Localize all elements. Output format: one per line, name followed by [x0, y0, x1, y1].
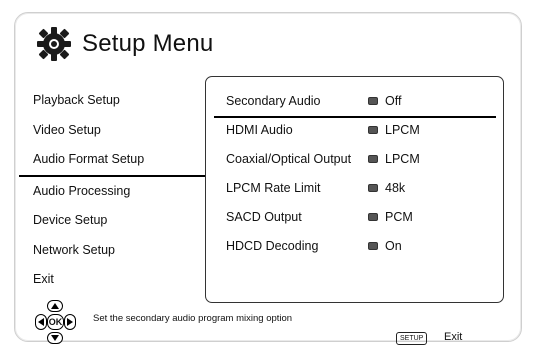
- menu-item-playback-setup[interactable]: Playback Setup: [19, 86, 209, 116]
- menu-item-label: Network Setup: [33, 242, 115, 257]
- arrow-left-icon[interactable]: [35, 314, 47, 330]
- arrow-up-icon[interactable]: [47, 300, 63, 312]
- option-sacd-output[interactable]: SACD Output PCM: [226, 205, 413, 229]
- options-panel: Secondary Audio Off HDMI Audio LPCM Coax…: [205, 76, 504, 303]
- option-hdcd-decoding[interactable]: HDCD Decoding On: [226, 234, 402, 258]
- bullet-icon: [368, 184, 378, 192]
- setup-menu: Playback Setup Video Setup Audio Format …: [19, 86, 209, 295]
- menu-item-device-setup[interactable]: Device Setup: [19, 206, 209, 236]
- option-label: LPCM Rate Limit: [226, 181, 321, 195]
- title-bar: Setup Menu: [34, 24, 213, 64]
- menu-item-label: Device Setup: [33, 213, 108, 227]
- bullet-icon: [368, 213, 378, 221]
- navigation-pad: OK: [35, 300, 76, 344]
- menu-item-audio-processing[interactable]: Audio Processing: [19, 177, 209, 207]
- bullet-icon: [368, 155, 378, 163]
- arrow-right-icon[interactable]: [64, 314, 76, 330]
- exit-label: Exit: [444, 331, 463, 343]
- menu-item-label: Exit: [33, 272, 54, 286]
- option-label: HDMI Audio: [226, 123, 293, 137]
- bullet-icon: [368, 126, 378, 134]
- menu-item-audio-format-setup[interactable]: Audio Format Setup: [19, 145, 209, 177]
- menu-item-label: Playback Setup: [33, 93, 120, 107]
- menu-item-label: Audio Processing: [33, 183, 131, 198]
- option-coaxial-optical-output[interactable]: Coaxial/Optical Output LPCM: [226, 147, 420, 171]
- option-label: Secondary Audio: [226, 94, 321, 108]
- menu-item-label: Video Setup: [33, 122, 101, 137]
- option-value: 48k: [385, 181, 406, 195]
- option-value: LPCM: [385, 123, 420, 137]
- ok-label: OK: [48, 317, 63, 327]
- gear-icon: [37, 27, 71, 61]
- setup-key[interactable]: SETUP: [396, 332, 428, 345]
- option-hdmi-audio[interactable]: HDMI Audio LPCM: [226, 118, 420, 142]
- bullet-icon: [368, 97, 378, 105]
- help-text: Set the secondary audio program mixing o…: [93, 313, 293, 324]
- menu-item-label: Audio Format Setup: [33, 152, 145, 166]
- option-value: LPCM: [385, 152, 420, 166]
- menu-item-exit[interactable]: Exit: [19, 265, 209, 295]
- bullet-icon: [368, 242, 378, 250]
- menu-item-video-setup[interactable]: Video Setup: [19, 116, 209, 146]
- ok-button[interactable]: OK: [47, 314, 64, 330]
- arrow-down-icon[interactable]: [47, 332, 63, 344]
- option-secondary-audio[interactable]: Secondary Audio Off: [226, 89, 401, 113]
- option-lpcm-rate-limit[interactable]: LPCM Rate Limit 48k: [226, 176, 405, 200]
- option-value: PCM: [385, 210, 413, 224]
- page-title: Setup Menu: [82, 30, 214, 57]
- option-value: On: [385, 239, 402, 253]
- option-value: Off: [385, 94, 402, 108]
- option-label: Coaxial/Optical Output: [226, 152, 352, 166]
- option-label: SACD Output: [226, 210, 302, 224]
- menu-item-network-setup[interactable]: Network Setup: [19, 236, 209, 266]
- option-label: HDCD Decoding: [226, 239, 319, 253]
